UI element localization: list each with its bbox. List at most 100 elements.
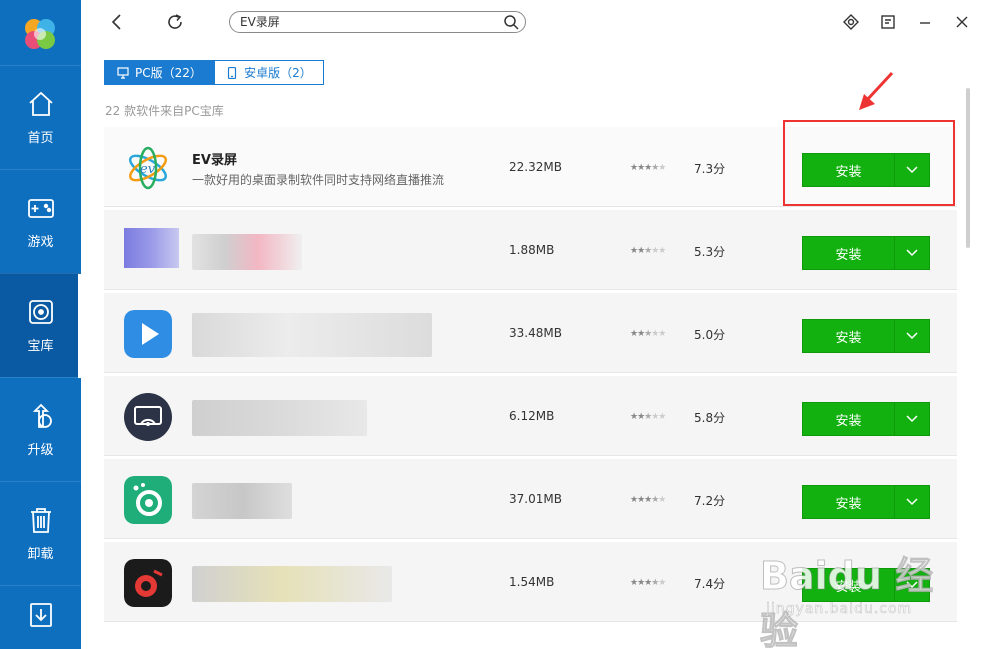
- app-score: 7.2分: [694, 494, 726, 508]
- minimize-button[interactable]: [913, 10, 937, 34]
- install-button[interactable]: 安装: [802, 319, 930, 353]
- source-note: 22 款软件来自PC宝库: [105, 104, 224, 118]
- install-options-button[interactable]: [895, 403, 929, 435]
- install-label[interactable]: 安装: [803, 320, 895, 352]
- app-description: 一款好用的桌面录制软件同时支持网络直播推流: [192, 173, 445, 187]
- blurred-app-name: [192, 483, 292, 519]
- blurred-app-icon: [124, 228, 179, 268]
- list-item[interactable]: 1.88MB ★★★★★ 5.3分 安装: [104, 210, 957, 290]
- scrollbar[interactable]: [966, 88, 970, 248]
- sidebar-item-home[interactable]: 首页: [0, 65, 81, 169]
- phone-icon: [228, 66, 237, 79]
- install-label[interactable]: 安装: [803, 237, 895, 269]
- app-score: 5.3分: [694, 245, 726, 259]
- red-recorder-icon: [124, 559, 172, 607]
- home-icon: [28, 91, 53, 116]
- upgrade-icon: [32, 403, 52, 428]
- chevron-down-icon: [906, 249, 918, 257]
- watermark-url: jingyan.baidu.com: [766, 601, 913, 618]
- rating-stars: ★★★★★: [630, 163, 666, 173]
- refresh-button[interactable]: [163, 10, 187, 34]
- app-score: 5.8分: [694, 411, 726, 425]
- app-score: 5.0分: [694, 328, 726, 342]
- annotation-arrow-icon: [859, 71, 894, 110]
- list-item[interactable]: 33.48MB ★★★★★ 5.0分 安装: [104, 293, 957, 373]
- app-size: 1.54MB: [509, 575, 555, 589]
- search-value: EV录屏: [240, 15, 280, 29]
- mini-mode-icon: [881, 15, 895, 29]
- app-size: 6.12MB: [509, 409, 555, 423]
- sidebar-item-label: 升级: [27, 443, 54, 458]
- green-recorder-icon: [124, 476, 172, 524]
- trash-icon: [30, 508, 51, 533]
- sidebar-item-label: 首页: [27, 131, 54, 146]
- close-icon: [956, 16, 968, 28]
- rating-stars: ★★★★★: [630, 578, 666, 588]
- minimize-icon: [920, 22, 930, 24]
- chevron-down-icon: [906, 332, 918, 340]
- sidebar: 首页 游戏 宝库 升级 卸载: [0, 0, 81, 649]
- disc-icon: [28, 300, 53, 324]
- install-options-button[interactable]: [895, 486, 929, 518]
- refresh-icon: [168, 14, 182, 29]
- app-logo-icon: [25, 19, 55, 49]
- watermark: Baidu 经验 jingyan.baidu.com: [760, 545, 940, 649]
- search-icon[interactable]: [503, 14, 519, 30]
- top-bar: EV录屏: [81, 0, 982, 44]
- install-label[interactable]: 安装: [803, 486, 895, 518]
- ev-recorder-icon: ev: [128, 146, 168, 190]
- chevron-down-icon: [906, 498, 918, 506]
- play-app-icon: [124, 310, 172, 358]
- install-button[interactable]: 安装: [802, 236, 930, 270]
- watermark-brand: Baidu 经验: [760, 554, 934, 649]
- app-name[interactable]: EV录屏: [192, 149, 237, 168]
- blurred-app-name: [192, 400, 367, 436]
- highlight-box: [783, 120, 955, 206]
- install-options-button[interactable]: [895, 237, 929, 269]
- app-score: 7.3分: [694, 162, 726, 176]
- back-button[interactable]: [105, 10, 129, 34]
- blurred-app-name: [192, 313, 432, 357]
- app-score: 7.4分: [694, 577, 726, 591]
- tab-pc-label: PC版（22）: [135, 66, 202, 80]
- sidebar-item-upgrade[interactable]: 升级: [0, 377, 81, 481]
- blurred-app-name: [192, 566, 392, 602]
- chevron-down-icon: [906, 415, 918, 423]
- blurred-app-name: [192, 234, 302, 270]
- rating-stars: ★★★★★: [630, 246, 666, 256]
- install-button[interactable]: 安装: [802, 485, 930, 519]
- search-input[interactable]: EV录屏: [229, 11, 526, 33]
- list-item[interactable]: 6.12MB ★★★★★ 5.8分 安装: [104, 376, 957, 456]
- settings-icon: [843, 14, 859, 30]
- sidebar-item-library[interactable]: 宝库: [0, 273, 81, 378]
- sidebar-item-label: 卸载: [27, 547, 54, 562]
- back-icon: [111, 14, 121, 30]
- sidebar-item-download[interactable]: [0, 585, 81, 649]
- tab-android-label: 安卓版（2）: [244, 66, 312, 80]
- install-options-button[interactable]: [895, 320, 929, 352]
- sidebar-item-label: 游戏: [27, 235, 54, 250]
- sidebar-item-games[interactable]: 游戏: [0, 169, 81, 273]
- app-size: 22.32MB: [509, 160, 562, 174]
- app-size: 37.01MB: [509, 492, 562, 506]
- platform-tabs: PC版（22） 安卓版（2）: [104, 60, 324, 85]
- install-button[interactable]: 安装: [802, 402, 930, 436]
- close-button[interactable]: [950, 10, 974, 34]
- install-label[interactable]: 安装: [803, 403, 895, 435]
- rating-stars: ★★★★★: [630, 329, 666, 339]
- download-icon: [29, 603, 52, 627]
- app-size: 1.88MB: [509, 243, 555, 257]
- rating-stars: ★★★★★: [630, 495, 666, 505]
- sidebar-item-label: 宝库: [27, 339, 54, 354]
- gamepad-icon: [27, 199, 54, 218]
- tab-android[interactable]: 安卓版（2）: [215, 60, 324, 85]
- tab-pc[interactable]: PC版（22）: [104, 60, 215, 85]
- sidebar-item-uninstall[interactable]: 卸载: [0, 481, 81, 585]
- rating-stars: ★★★★★: [630, 412, 666, 422]
- mini-mode-button[interactable]: [876, 10, 900, 34]
- app-size: 33.48MB: [509, 326, 562, 340]
- list-item[interactable]: 37.01MB ★★★★★ 7.2分 安装: [104, 459, 957, 539]
- settings-button[interactable]: [839, 10, 863, 34]
- monitor-icon: [117, 66, 129, 79]
- cast-app-icon: [124, 393, 172, 441]
